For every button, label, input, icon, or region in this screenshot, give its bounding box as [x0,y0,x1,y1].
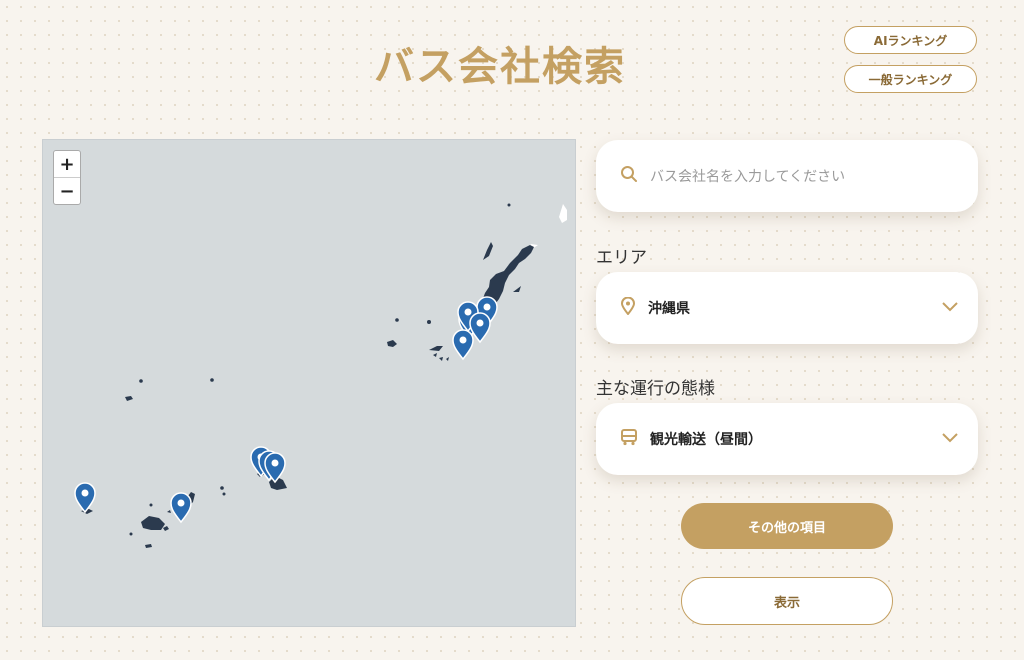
ai-ranking-button[interactable]: AIランキング [844,26,977,54]
island [433,353,449,361]
general-ranking-button[interactable]: 一般ランキング [844,65,977,93]
show-button[interactable]: 表示 [681,577,893,625]
operation-select[interactable]: 観光輸送（昼間） [596,403,978,475]
operation-label: 主な運行の態様 [596,379,715,399]
zoom-out-button[interactable]: − [54,177,80,204]
island [163,510,171,531]
area-value: 沖縄県 [648,301,690,317]
island [427,320,431,324]
map-marker-icon [170,492,192,523]
island [559,204,567,223]
search-placeholder: バス会社名を入力してください [650,169,846,185]
island [222,492,226,496]
island [210,378,214,382]
area-select[interactable]: 沖縄県 [596,272,978,344]
island [429,346,443,351]
area-label: エリア [596,248,647,268]
island [220,486,224,490]
island [395,318,399,322]
chevron-down-icon [942,299,958,317]
location-pin-icon [620,296,636,320]
more-options-button[interactable]: その他の項目 [681,503,893,549]
island [507,203,511,207]
zoom-control: + − [53,150,81,205]
island [139,379,143,383]
island [145,544,152,548]
search-icon [620,165,638,188]
island [141,516,165,530]
map-marker-icon [452,329,474,360]
island [387,340,397,347]
map[interactable]: + − [42,139,576,627]
search-input[interactable]: バス会社名を入力してください [596,140,978,212]
bus-icon [620,428,638,451]
island [125,396,133,401]
map-canvas [74,203,567,548]
island [149,503,153,507]
map-marker-icon [74,482,96,513]
island [513,286,521,292]
zoom-in-button[interactable]: + [54,151,80,177]
chevron-down-icon [942,430,958,448]
island [129,532,133,536]
island [483,242,493,260]
operation-value: 観光輸送（昼間） [650,432,762,448]
